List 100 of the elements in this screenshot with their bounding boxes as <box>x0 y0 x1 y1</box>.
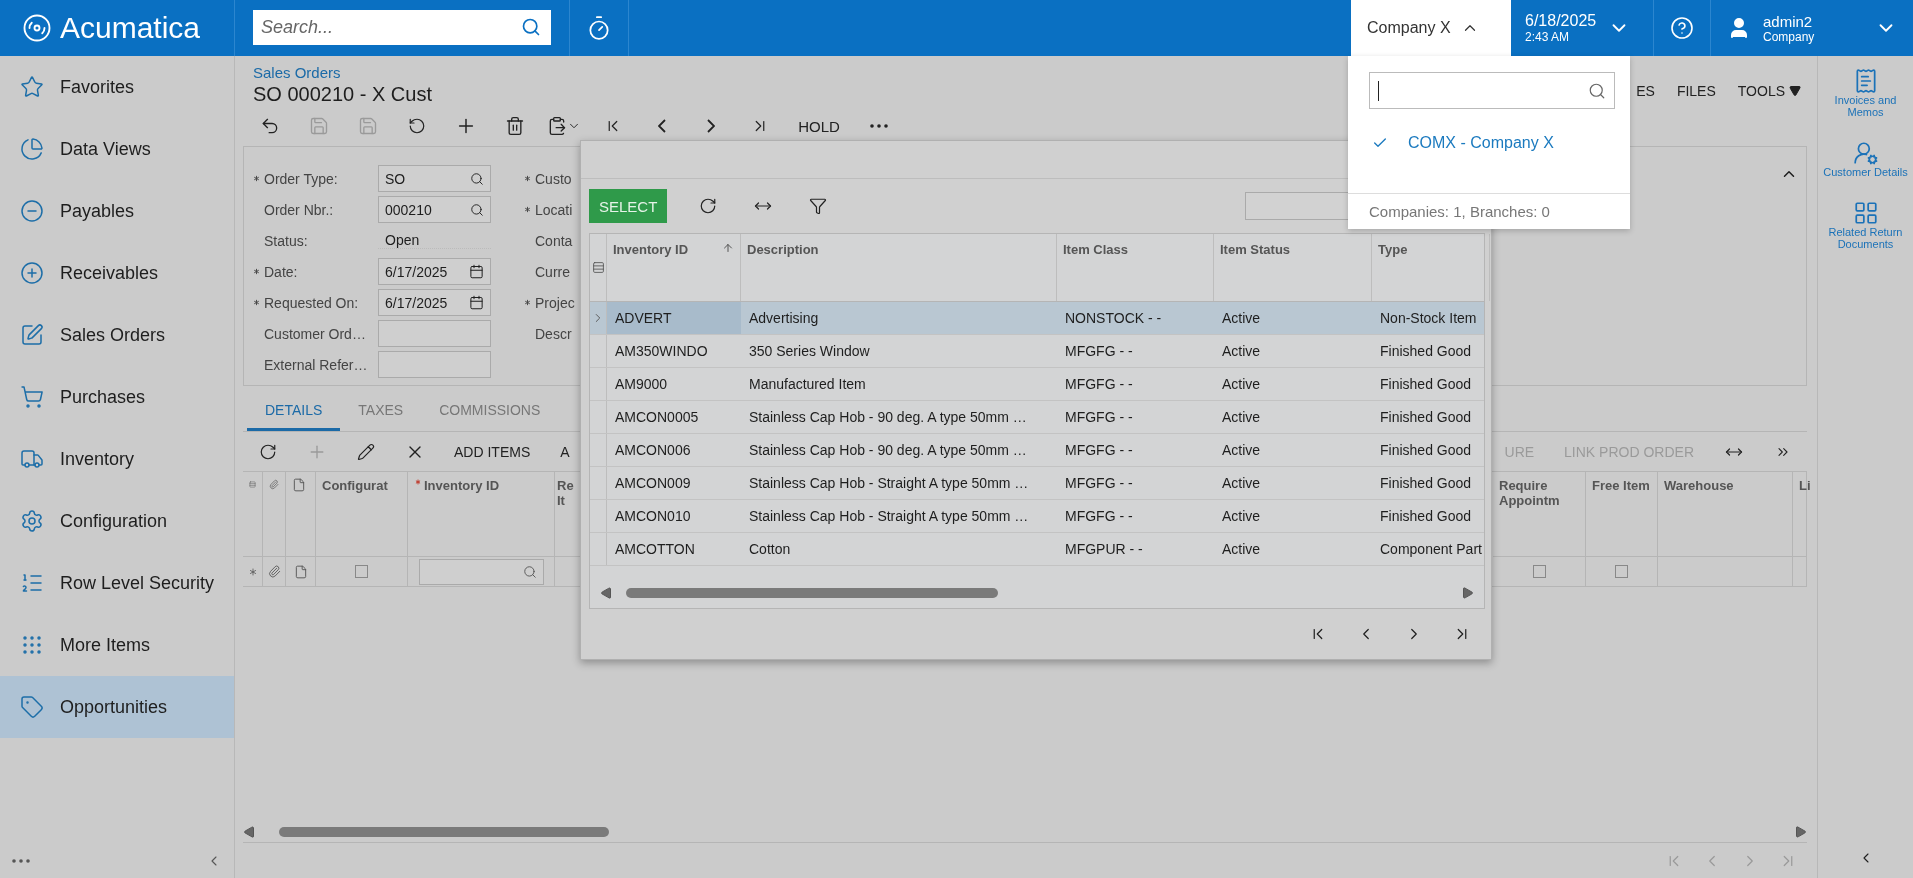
table-cell-text: MFGPUR - - <box>1064 540 1144 559</box>
logo-icon <box>22 13 52 43</box>
sidebar-item[interactable]: Inventory <box>0 428 234 490</box>
column-header: Li <box>1799 478 1811 493</box>
table-cell-text: MFGFG - - <box>1064 441 1134 460</box>
table-cell-text: Stainless Cap Hob - 90 deg. A type 50mm … <box>748 441 1028 460</box>
table-cell-text: NONSTOCK - - <box>1064 309 1163 328</box>
user-name: admin2 <box>1763 12 1814 30</box>
company-selector[interactable]: Company X <box>1351 0 1511 56</box>
table-row[interactable]: AMCON010 Stainless Cap Hob - Straight A type 50mm … MFGFG - - Active Finished Good <box>590 500 1484 533</box>
table-cell-text: Active <box>1221 342 1262 361</box>
paperclip-icon <box>269 478 279 491</box>
breadcrumb-link[interactable]: Sales Orders <box>253 64 432 81</box>
column-header: Re It <box>557 478 575 508</box>
table-row[interactable]: AMCOTTON Cotton MFGPUR - - Active Component Part <box>590 533 1484 566</box>
checkbox[interactable] <box>1615 565 1628 578</box>
pie-chart-icon <box>20 137 44 161</box>
sidebar-item[interactable]: Row Level Security <box>0 552 234 614</box>
sidebar-item[interactable]: Configuration <box>0 490 234 552</box>
input-field[interactable] <box>418 558 544 585</box>
scroll-left-icon[interactable] <box>600 587 612 599</box>
filter-icon <box>808 197 827 215</box>
sidebar-item-label: Receivables <box>60 262 159 284</box>
input-field[interactable] <box>378 320 491 347</box>
sidebar-item-label: Configuration <box>60 510 168 532</box>
table-cell-text: AMCON0005 <box>614 408 700 427</box>
toolbar-action[interactable]: TOOLS <box>1737 76 1801 106</box>
checkbox[interactable] <box>1532 565 1546 578</box>
search-icon <box>470 202 484 217</box>
field-label: Status: <box>264 232 309 249</box>
sidebar-item[interactable]: Purchases <box>0 366 234 428</box>
pen-square-icon <box>20 323 44 347</box>
column-header[interactable]: Inventory ID <box>613 242 689 257</box>
table-cell-text: MFGFG - - <box>1064 507 1134 526</box>
sidebar-item[interactable]: Data Views <box>0 118 234 180</box>
sidebar-item[interactable]: Sales Orders <box>0 304 234 366</box>
caret-icon <box>1789 85 1801 97</box>
scroll-left-icon[interactable] <box>243 826 255 838</box>
column-header: Configurat <box>322 478 388 493</box>
sidebar-item-label: Opportunities <box>60 696 168 718</box>
scroll-right-icon[interactable] <box>1462 587 1474 599</box>
hold-button[interactable]: HOLD <box>784 110 854 142</box>
input-field[interactable]: 6/17/2025 <box>378 289 491 316</box>
calendar-icon <box>469 295 484 310</box>
more-icon <box>12 859 30 863</box>
table-cell-text: AMCON006 <box>614 441 692 460</box>
blocks-icon <box>1852 200 1879 226</box>
dots-grid-icon <box>20 633 44 657</box>
column-header: Free Item <box>1592 478 1650 493</box>
search-field[interactable]: Search... <box>253 10 551 45</box>
sidebar-item-label: Inventory <box>60 448 135 470</box>
toolbar-button[interactable]: A <box>545 443 585 460</box>
table-row[interactable]: AM350WINDO 350 Series Window MFGFG - - Active Finished Good <box>590 335 1484 368</box>
column-header[interactable]: Type <box>1378 242 1408 257</box>
toolbar-button[interactable]: ADD ITEMS <box>439 443 546 460</box>
checkbox[interactable] <box>355 565 368 578</box>
table-row[interactable]: AMCON009 Stainless Cap Hob - Straight A type 50mm … MFGFG - - Active Finished Good <box>590 467 1484 500</box>
table-cell-text: Active <box>1221 309 1262 328</box>
input-field[interactable]: 000210 <box>378 196 491 223</box>
help-icon[interactable] <box>1670 16 1694 40</box>
table-row[interactable]: AM9000 Manufactured Item MFGFG - - Active Finished Good <box>590 368 1484 401</box>
table-cell-text: Active <box>1221 441 1262 460</box>
scrollbar-thumb[interactable] <box>626 588 998 598</box>
column-header[interactable]: Item Status <box>1220 242 1291 257</box>
column-header[interactable]: Item Class <box>1063 242 1129 257</box>
company-count: Companies: 1, Branches: 0 <box>1348 193 1630 229</box>
tag-icon <box>20 695 44 719</box>
input-field[interactable]: 6/17/2025 <box>378 258 491 285</box>
field-label: Locati <box>535 201 573 218</box>
company-option[interactable]: COMX - Company X <box>1348 115 1630 171</box>
search-icon <box>470 171 484 186</box>
sidebar-item[interactable]: Payables <box>0 180 234 242</box>
table-cell-text: AMCON010 <box>614 507 692 526</box>
table-row[interactable]: AMCON006 Stainless Cap Hob - 90 deg. A type 50mm … MFGFG - - Active Finished Good <box>590 434 1484 467</box>
table-cell-text: Finished Good <box>1379 474 1473 493</box>
toolbar-action[interactable]: ES <box>1636 76 1655 106</box>
table-row[interactable]: AMCON0005 Stainless Cap Hob - 90 deg. A type 50mm … MFGFG - - Active Finished Good <box>590 401 1484 434</box>
sidebar-item[interactable]: More Items <box>0 614 234 676</box>
sidebar-item[interactable]: Opportunities <box>0 676 234 738</box>
tab[interactable]: DETAILS <box>247 391 341 431</box>
scrollbar-thumb[interactable] <box>279 827 609 837</box>
search-field[interactable] <box>1369 72 1615 109</box>
sidebar-item[interactable]: Receivables <box>0 242 234 304</box>
document-icon <box>292 478 306 492</box>
column-header[interactable]: Description <box>747 242 819 257</box>
table-cell-text: Stainless Cap Hob - Straight A type 50mm … <box>748 474 1030 493</box>
page-title: SO 000210 - X Cust <box>253 83 432 106</box>
sidebar-item-label: Sales Orders <box>60 324 166 346</box>
table-row[interactable]: ADVERT Advertising NONSTOCK - - Active Non-Stock Item <box>590 302 1484 335</box>
pencil-icon <box>356 442 375 461</box>
sidebar-item[interactable]: Favorites <box>0 56 234 118</box>
table-cell-text: 350 Series Window <box>748 342 871 361</box>
refresh-icon <box>698 197 717 215</box>
toolbar-action[interactable]: FILES <box>1676 76 1716 106</box>
truck-icon <box>20 447 44 471</box>
input-field[interactable] <box>378 351 491 378</box>
input-field[interactable]: SO <box>378 165 491 192</box>
table-cell: ADVERT <box>607 302 741 334</box>
scroll-right-icon[interactable] <box>1795 826 1807 838</box>
table-cell-text: AM9000 <box>614 375 669 394</box>
